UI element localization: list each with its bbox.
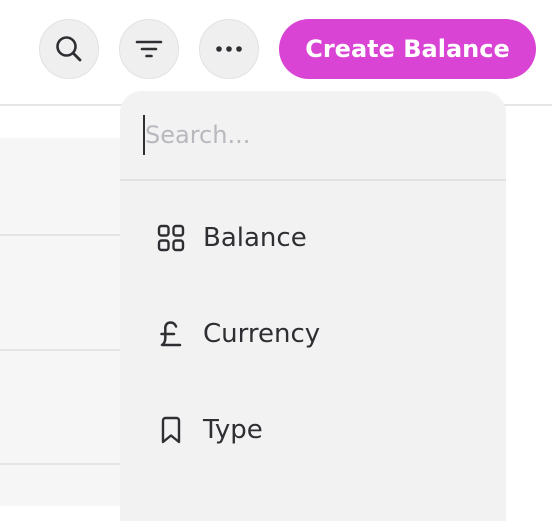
background-list (0, 138, 120, 506)
search-button[interactable] (39, 19, 99, 79)
filter-option-label: Balance (203, 223, 307, 253)
row-divider (0, 463, 120, 465)
row-divider (0, 234, 120, 236)
toolbar: Create Balance (0, 0, 552, 104)
pound-icon (157, 320, 185, 348)
more-options-button[interactable] (199, 19, 259, 79)
create-balance-button[interactable]: Create Balance (279, 19, 536, 79)
filter-dropdown: Balance Currency Type (120, 91, 506, 521)
bookmark-icon (157, 416, 185, 444)
filter-option-label: Type (203, 415, 263, 445)
filter-icon (135, 40, 163, 58)
row-divider (0, 349, 120, 351)
more-horizontal-icon (216, 46, 242, 52)
filter-button[interactable] (119, 19, 179, 79)
filter-option-type[interactable]: Type (120, 382, 506, 478)
text-caret (143, 115, 145, 155)
search-icon (56, 36, 82, 62)
dropdown-search-divider (120, 179, 506, 181)
filter-option-balance[interactable]: Balance (120, 190, 506, 286)
dropdown-search-row (120, 91, 506, 180)
grid-icon (157, 224, 185, 252)
filter-option-label: Currency (203, 319, 321, 349)
filter-option-currency[interactable]: Currency (120, 286, 506, 382)
dropdown-search-input[interactable] (143, 113, 463, 157)
